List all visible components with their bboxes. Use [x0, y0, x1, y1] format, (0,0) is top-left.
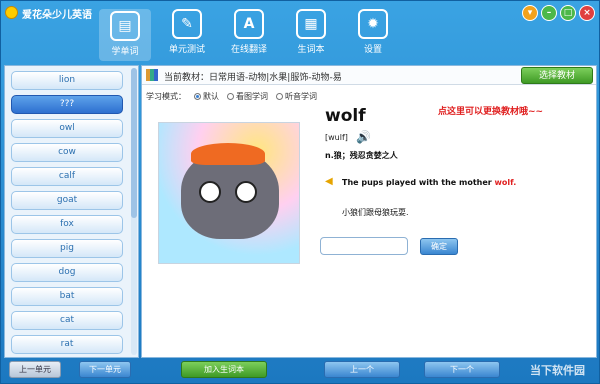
translate-icon: A	[234, 9, 264, 39]
word-picture	[158, 122, 300, 264]
word-list-scrollbar[interactable]	[131, 68, 137, 355]
textbook-hint: 点这里可以更换教材哦~~	[438, 107, 544, 117]
gear-icon: ✹	[358, 9, 388, 39]
current-textbook: 当前教材：日常用语-动物|水果|服饰-动物-易	[164, 73, 342, 83]
hat-icon	[191, 143, 265, 165]
confirm-button[interactable]: 确定	[420, 238, 458, 255]
tab-settings[interactable]: ✹ 设置	[347, 9, 399, 61]
example-sentence: The pups played with the mother wolf.	[342, 178, 517, 187]
word-item[interactable]: fox	[11, 215, 123, 234]
tab-label: 生词本	[297, 45, 325, 55]
radio-icon	[227, 93, 234, 100]
scroll-thumb[interactable]	[131, 68, 137, 218]
tab-vocab-book[interactable]: ▦ 生词本	[285, 9, 337, 61]
mode-default[interactable]: 默认	[194, 91, 219, 102]
word-list-panel: lion ??? owl cow calf goat fox pig dog b…	[4, 65, 139, 358]
pronounce-speaker-icon[interactable]: 🔊	[356, 130, 371, 144]
word-list: lion ??? owl cow calf goat fox pig dog b…	[5, 66, 138, 357]
tab-label: 学单词	[111, 47, 139, 57]
word-item[interactable]: cat	[11, 311, 123, 330]
book-icon: ▤	[110, 11, 140, 41]
close-icon[interactable]: ×	[579, 5, 595, 21]
phonetic: [wulf]	[325, 133, 348, 142]
study-mode: 学习模式： 默认 看图学词 听音学词	[146, 91, 317, 102]
radio-icon	[194, 93, 201, 100]
next-word-button[interactable]: 下一个	[424, 361, 500, 378]
tab-label: 设置	[363, 45, 382, 55]
app-logo-icon	[5, 6, 18, 19]
mode-label: 学习模式：	[146, 92, 186, 101]
books-icon	[146, 69, 158, 81]
tab-unit-test[interactable]: ✎ 单元测试	[161, 9, 213, 61]
word-detail-panel: 当前教材：日常用语-动物|水果|服饰-动物-易 选择教材 学习模式： 默认 看图…	[141, 65, 597, 358]
next-unit-button[interactable]: 下一单元	[79, 361, 131, 378]
word-meaning: n.狼；残忍贪婪之人	[325, 151, 398, 160]
word-item[interactable]: dog	[11, 263, 123, 282]
sentence-translation: 小狼们跟母狼玩耍.	[342, 208, 409, 217]
word-item[interactable]: owl	[11, 119, 123, 138]
word-item[interactable]: pig	[11, 239, 123, 258]
word-item[interactable]: bat	[11, 287, 123, 306]
prev-word-button[interactable]: 上一个	[324, 361, 400, 378]
mode-picture[interactable]: 看图学词	[227, 91, 268, 102]
word-title: wolf	[325, 106, 366, 126]
choose-textbook-button[interactable]: 选择教材	[521, 67, 593, 84]
tab-online-translate[interactable]: A 在线翻译	[223, 9, 275, 61]
answer-input[interactable]	[320, 237, 408, 255]
word-item[interactable]: cow	[11, 143, 123, 162]
textbook-bar: 当前教材：日常用语-动物|水果|服饰-动物-易 选择教材	[142, 66, 596, 85]
bottom-bar: 上一单元 下一单元 加入生词本 上一个 下一个 当下软件园	[1, 359, 599, 383]
menu-icon[interactable]: ▾	[522, 5, 538, 21]
edit-icon: ✎	[172, 9, 202, 39]
app-window: 爱花朵少儿英语 ▾ – □ × ▤ 学单词 ✎ 单元测试 A 在线翻译 ▦ 生词…	[0, 0, 600, 384]
window-title: 爱花朵少儿英语	[22, 10, 92, 21]
maximize-icon[interactable]: □	[560, 5, 576, 21]
minimize-icon[interactable]: –	[541, 5, 557, 21]
main-toolbar: ▤ 学单词 ✎ 单元测试 A 在线翻译 ▦ 生词本 ✹ 设置	[99, 9, 399, 61]
word-item[interactable]: lion	[11, 71, 123, 90]
tab-label: 在线翻译	[230, 45, 267, 55]
radio-icon	[276, 93, 283, 100]
watermark: 当下软件园	[530, 364, 585, 377]
prev-unit-button[interactable]: 上一单元	[9, 361, 61, 378]
tab-label: 单元测试	[168, 45, 205, 55]
sentence-speaker-icon[interactable]: ◀	[325, 176, 333, 187]
add-to-vocab-button[interactable]: 加入生词本	[181, 361, 267, 378]
word-item[interactable]: calf	[11, 167, 123, 186]
window-controls: ▾ – □ ×	[522, 5, 595, 21]
word-item-selected[interactable]: ???	[11, 95, 123, 114]
tab-learn-words[interactable]: ▤ 学单词	[99, 9, 151, 61]
mode-listen[interactable]: 听音学词	[276, 91, 317, 102]
word-item[interactable]: rat	[11, 335, 123, 354]
calendar-icon: ▦	[296, 9, 326, 39]
word-item[interactable]: goat	[11, 191, 123, 210]
